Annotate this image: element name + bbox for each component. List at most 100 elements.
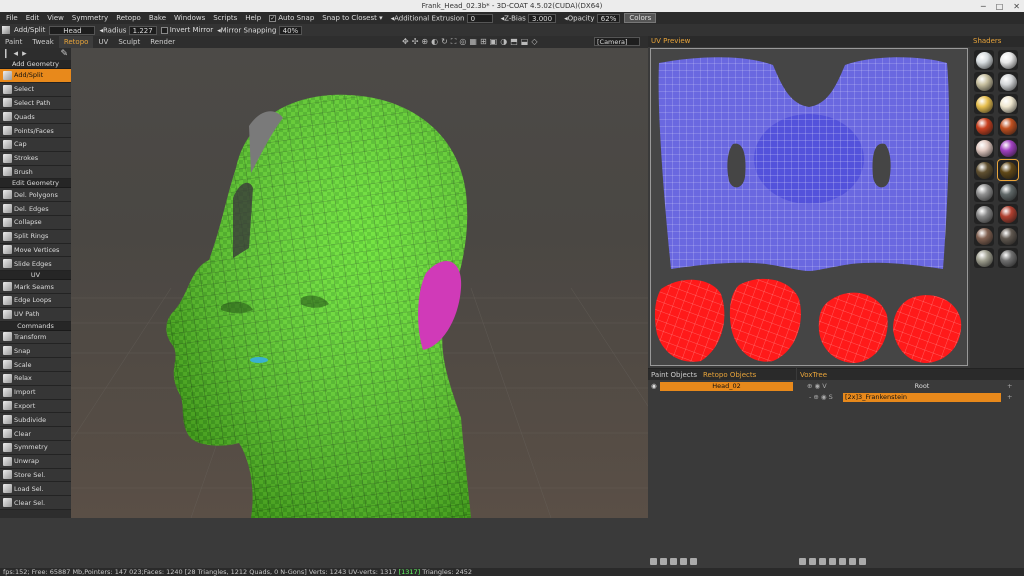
tool-add-split[interactable]: Add/Split bbox=[0, 69, 71, 83]
frame-icon[interactable]: ⛶ bbox=[451, 37, 457, 47]
zbias-input[interactable]: 3.000 bbox=[528, 13, 557, 23]
shader-swatch[interactable] bbox=[998, 226, 1018, 246]
shader-swatch[interactable] bbox=[974, 50, 994, 70]
zoom-icon[interactable]: ⊕ bbox=[421, 37, 428, 47]
tool-collapse[interactable]: Collapse bbox=[0, 215, 71, 230]
visibility-icon[interactable]: ◉ bbox=[651, 382, 658, 391]
merge-icon[interactable] bbox=[829, 558, 836, 565]
menu-scripts[interactable]: Scripts bbox=[209, 14, 241, 22]
tool-edge-loops[interactable]: Edge Loops bbox=[0, 293, 71, 308]
delete-icon[interactable] bbox=[809, 558, 816, 565]
tool-cap[interactable]: Cap bbox=[0, 137, 71, 152]
colors-button[interactable]: Colors bbox=[624, 13, 657, 23]
camera-icon[interactable]: ◇ bbox=[531, 37, 537, 47]
tool-points-faces[interactable]: Points/Faces bbox=[0, 124, 71, 138]
retopo-object-head[interactable]: Head_02 bbox=[660, 382, 793, 391]
cmd-import[interactable]: Import bbox=[0, 385, 71, 400]
auto-snap-toggle[interactable]: ✓ Auto Snap bbox=[265, 14, 318, 22]
cmd-unwrap[interactable]: Unwrap bbox=[0, 454, 71, 469]
menu-windows[interactable]: Windows bbox=[170, 14, 209, 22]
camera-select[interactable]: [Camera] bbox=[594, 37, 640, 46]
add-volume-icon[interactable]: + bbox=[1007, 382, 1012, 391]
new-layer-icon[interactable] bbox=[650, 558, 657, 565]
shader-swatch[interactable] bbox=[974, 182, 994, 202]
mirror-snapping-field[interactable]: ◂Mirror Snapping 40% bbox=[217, 25, 303, 35]
shader-swatch[interactable] bbox=[974, 248, 994, 268]
menu-retopo[interactable]: Retopo bbox=[112, 14, 145, 22]
menu-bake[interactable]: Bake bbox=[145, 14, 170, 22]
orbit-icon[interactable]: ◎ bbox=[459, 37, 466, 47]
extrusion-input[interactable]: 0 bbox=[466, 13, 493, 23]
shader-swatch[interactable] bbox=[998, 138, 1018, 158]
tool-mark-seams[interactable]: Mark Seams bbox=[0, 280, 71, 294]
shader-swatch[interactable] bbox=[998, 116, 1018, 136]
new-volume-icon[interactable] bbox=[799, 558, 806, 565]
menu-help[interactable]: Help bbox=[241, 14, 265, 22]
tool-del-polygons[interactable]: Del. Polygons bbox=[0, 188, 71, 203]
cmd-export[interactable]: Export bbox=[0, 399, 71, 414]
cmd-subdivide[interactable]: Subdivide bbox=[0, 413, 71, 428]
grid-icon[interactable]: ▦ bbox=[469, 37, 477, 47]
wireframe-icon[interactable]: ⊞ bbox=[480, 37, 487, 47]
opacity-field[interactable]: ◂Opacity 62% bbox=[560, 13, 624, 23]
duplicate-icon[interactable] bbox=[819, 558, 826, 565]
arrow-right-icon[interactable]: ▸ bbox=[22, 49, 27, 59]
view-cube-icon[interactable]: ▣ bbox=[490, 37, 498, 47]
tab-paint-objects[interactable]: Paint Objects bbox=[651, 371, 697, 379]
close-icon[interactable]: ✕ bbox=[1013, 2, 1020, 11]
tab-paint[interactable]: Paint bbox=[0, 36, 27, 48]
cmd-symmetry[interactable]: Symmetry bbox=[0, 440, 71, 455]
root-visibility-icons[interactable]: ⊕ ◉ V bbox=[807, 382, 827, 391]
opacity-input[interactable]: 62% bbox=[596, 13, 621, 23]
pan-icon[interactable]: ✣ bbox=[412, 37, 419, 47]
menu-symmetry[interactable]: Symmetry bbox=[68, 14, 112, 22]
maximize-icon[interactable]: □ bbox=[996, 2, 1004, 11]
render-icon[interactable]: ⬓ bbox=[521, 37, 529, 47]
additional-extrusion-field[interactable]: ◂Additional Extrusion 0 bbox=[387, 13, 497, 23]
menu-view[interactable]: View bbox=[43, 14, 68, 22]
tool-select[interactable]: Select bbox=[0, 82, 71, 97]
brush-icon[interactable]: ✎ bbox=[60, 49, 71, 59]
voxtree-title[interactable]: VoxTree bbox=[800, 371, 827, 379]
cmd-snap[interactable]: Snap bbox=[0, 344, 71, 359]
tab-render[interactable]: Render bbox=[145, 36, 180, 48]
cmd-load-sel[interactable]: Load Sel. bbox=[0, 482, 71, 497]
cmd-transform[interactable]: Transform bbox=[0, 330, 71, 345]
tab-retopo[interactable]: Retopo bbox=[58, 36, 94, 48]
menu-edit[interactable]: Edit bbox=[22, 14, 44, 22]
tool-del-edges[interactable]: Del. Edges bbox=[0, 202, 71, 216]
shader-swatch[interactable] bbox=[998, 248, 1018, 268]
radius-input[interactable]: 1.227 bbox=[128, 25, 157, 35]
shader-swatch[interactable] bbox=[974, 94, 994, 114]
tab-sculpt[interactable]: Sculpt bbox=[113, 36, 145, 48]
tool-select-path[interactable]: Select Path bbox=[0, 96, 71, 111]
shader-swatch[interactable] bbox=[974, 204, 994, 224]
tab-tweak[interactable]: Tweak bbox=[27, 36, 59, 48]
shader-swatch[interactable] bbox=[998, 94, 1018, 114]
snap-to-closest-dropdown[interactable]: Snap to Closest ▾ bbox=[318, 14, 386, 22]
radius-field[interactable]: ◂Radius 1.227 bbox=[99, 25, 157, 35]
move-icon[interactable]: ✥ bbox=[402, 37, 409, 47]
tool-brush[interactable]: Brush bbox=[0, 165, 71, 180]
options-icon[interactable] bbox=[690, 558, 697, 565]
tab-retopo-objects[interactable]: Retopo Objects bbox=[703, 371, 756, 379]
child-visibility-icons[interactable]: - ⊕ ◉ S bbox=[809, 393, 833, 402]
tool-slide-edges[interactable]: Slide Edges bbox=[0, 257, 71, 272]
arrow-left-icon[interactable]: ◂ bbox=[14, 49, 19, 59]
shader-swatch[interactable] bbox=[998, 182, 1018, 202]
shader-swatch[interactable] bbox=[998, 72, 1018, 92]
voxtree-child[interactable]: [2x]3_Frankenstein bbox=[843, 393, 1001, 402]
viewport-3d[interactable] bbox=[71, 48, 648, 518]
shader-swatch[interactable] bbox=[974, 226, 994, 246]
tab-uv[interactable]: UV bbox=[93, 36, 113, 48]
pin-icon[interactable]: ❙ bbox=[2, 49, 10, 59]
zbias-field[interactable]: ◂Z-Bias 3.000 bbox=[497, 13, 560, 23]
cmd-clear-sel[interactable]: Clear Sel. bbox=[0, 496, 71, 510]
tool-split-rings[interactable]: Split Rings bbox=[0, 229, 71, 244]
cmd-scale[interactable]: Scale bbox=[0, 358, 71, 372]
shader-swatch[interactable] bbox=[997, 159, 1019, 181]
invert-mirror-toggle[interactable]: Invert Mirror bbox=[160, 26, 213, 34]
shader-swatch[interactable] bbox=[998, 204, 1018, 224]
cmd-clear[interactable]: Clear bbox=[0, 427, 71, 441]
shader-swatch[interactable] bbox=[974, 116, 994, 136]
